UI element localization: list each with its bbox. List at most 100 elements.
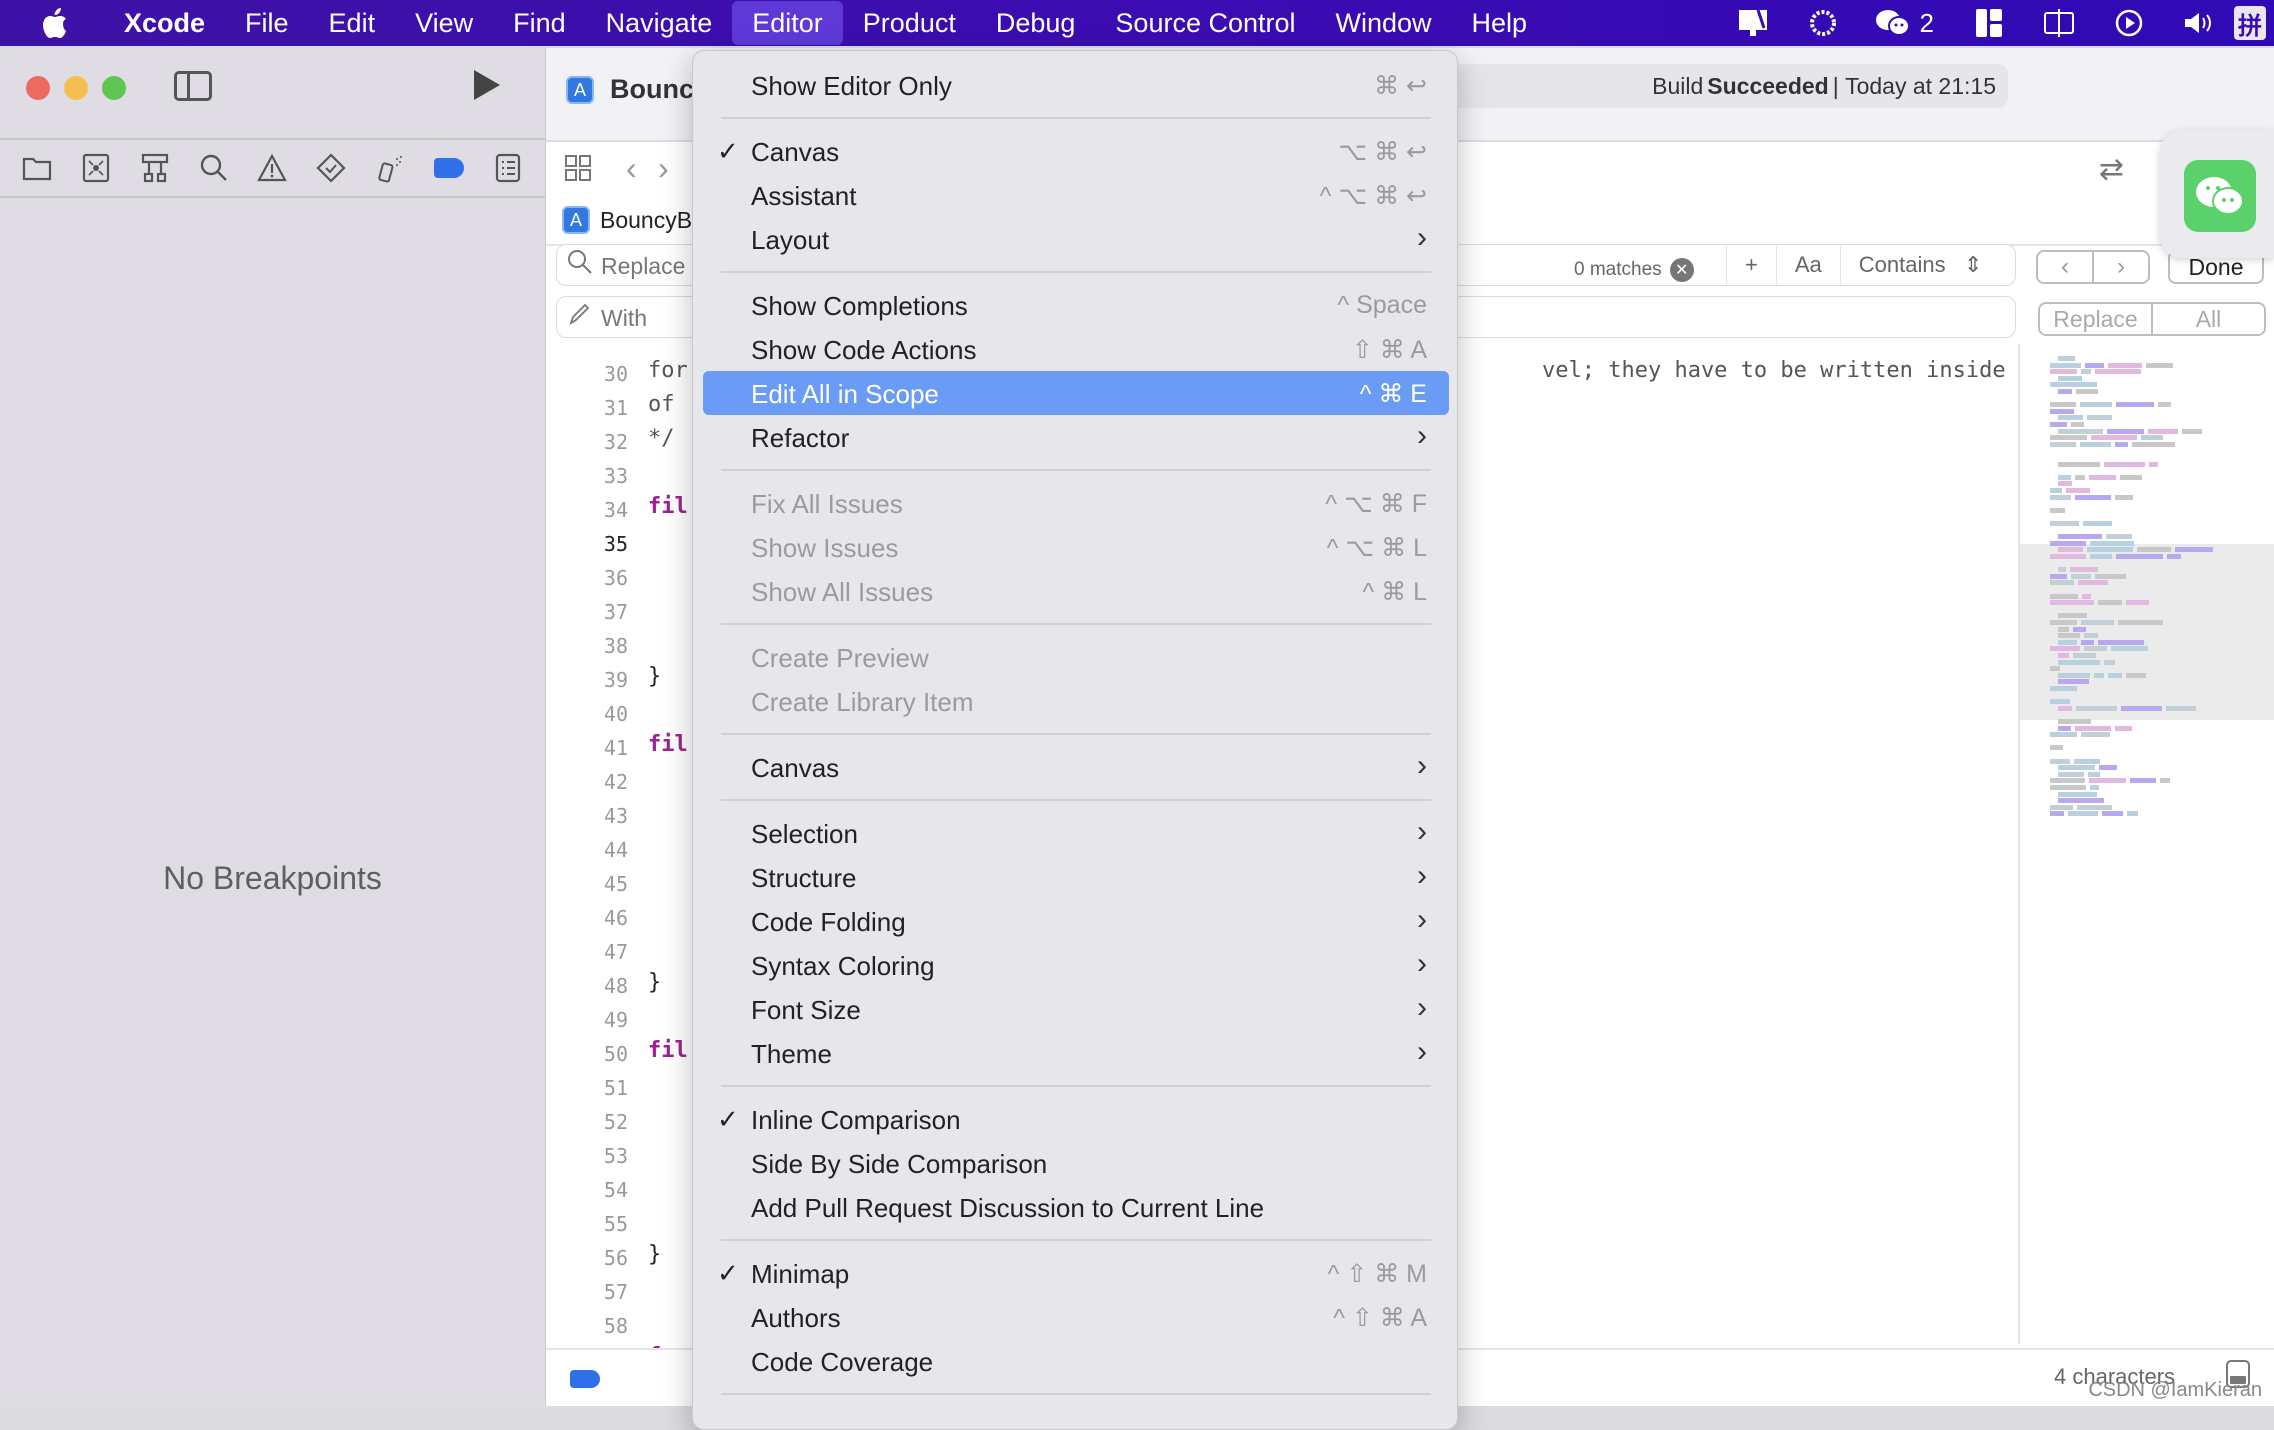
replace-button[interactable]: Replace xyxy=(2040,304,2151,334)
minimap-line xyxy=(2058,389,2072,394)
menu-item-add-pull-request-discussion-to-current-line[interactable]: Add Pull Request Discussion to Current L… xyxy=(703,1185,1449,1229)
minimize-window-button[interactable] xyxy=(64,76,88,100)
code-fragment: } xyxy=(648,664,662,689)
menu-item-create-preview: Create Preview xyxy=(703,635,1449,679)
menu-item-theme[interactable]: Theme › xyxy=(703,1031,1449,1075)
breakpoints-toggle-icon[interactable] xyxy=(570,1370,600,1388)
zoom-window-button[interactable] xyxy=(102,76,126,100)
menu-separator xyxy=(721,469,1431,471)
apple-logo-icon[interactable] xyxy=(40,6,70,40)
minimap-line xyxy=(2087,547,2133,553)
minimap-line xyxy=(2126,672,2146,678)
menu-item-inline-comparison[interactable]: ✓ Inline Comparison xyxy=(703,1097,1449,1141)
folder-icon[interactable] xyxy=(19,150,55,186)
focus-ring-icon[interactable] xyxy=(1805,5,1841,41)
menu-item-show-editor-only[interactable]: Show Editor Only ⌘ ↩ xyxy=(703,63,1449,107)
minimap-line xyxy=(2074,758,2100,764)
menu-item-code-folding[interactable]: Code Folding › xyxy=(703,899,1449,943)
menu-item-label: Create Preview xyxy=(751,643,929,673)
cleanmymac-icon[interactable] xyxy=(1735,5,1771,41)
wechat-icon[interactable] xyxy=(1875,5,1911,41)
menu-item-canvas[interactable]: Canvas › xyxy=(703,745,1449,789)
menu-item-selection[interactable]: Selection › xyxy=(703,811,1449,855)
menu-item-label: Create Library Item xyxy=(751,687,974,717)
menu-item-layout[interactable]: Layout › xyxy=(703,217,1449,261)
menu-item-label: Show All Issues xyxy=(751,577,934,607)
menu-item-refactor[interactable]: Refactor › xyxy=(703,415,1449,459)
breakpoint-icon[interactable] xyxy=(431,150,467,186)
menu-item-assistant[interactable]: Assistant ^ ⌥ ⌘ ↩ xyxy=(703,173,1449,217)
forward-chevron-icon[interactable]: › xyxy=(658,150,669,187)
source-control-icon[interactable] xyxy=(78,150,114,186)
menu-item-authors[interactable]: Authors ^ ⇧ ⌘ A xyxy=(703,1295,1449,1339)
previous-match-button[interactable]: ‹ xyxy=(2038,252,2092,282)
search-icon[interactable] xyxy=(196,150,232,186)
build-status-value: Succeeded xyxy=(1707,72,1829,99)
minimap-line xyxy=(2127,811,2138,817)
menu-app-xcode[interactable]: Xcode xyxy=(104,1,225,45)
minimap-line xyxy=(2058,653,2069,658)
minimap-line xyxy=(2088,771,2100,777)
menu-view[interactable]: View xyxy=(395,1,493,45)
swap-arrows-icon[interactable]: ⇄ xyxy=(2099,152,2124,187)
clear-search-icon[interactable]: ✕ xyxy=(1669,258,1694,282)
line-number: 49 xyxy=(603,1008,628,1032)
wechat-floating-widget[interactable] xyxy=(2160,130,2274,258)
line-number: 54 xyxy=(603,1178,628,1202)
menu-item-show-completions[interactable]: Show Completions ^ Space xyxy=(703,283,1449,327)
menu-item-minimap[interactable]: ✓ Minimap ^ ⇧ ⌘ M xyxy=(703,1251,1449,1295)
menu-help[interactable]: Help xyxy=(1452,1,1548,45)
menu-item-syntax-coloring[interactable]: Syntax Coloring › xyxy=(703,943,1449,987)
build-status-pill[interactable]: Build Succeeded | Today at 21:15 xyxy=(1446,64,2008,108)
menu-source-control[interactable]: Source Control xyxy=(1095,1,1315,45)
menu-navigate[interactable]: Navigate xyxy=(586,1,733,45)
menu-item-shortcut: ^ ⌘ L xyxy=(1362,578,1427,606)
split-screen-icon[interactable] xyxy=(2041,5,2077,41)
play-circle-icon[interactable] xyxy=(2111,5,2147,41)
breadcrumb-item[interactable]: BouncyB xyxy=(600,207,692,234)
input-method-indicator[interactable]: 拼 xyxy=(2234,6,2266,40)
menu-file[interactable]: File xyxy=(225,1,309,45)
line-number: 36 xyxy=(603,566,628,590)
find-options: + Aa Contains ⇕ xyxy=(1726,244,2000,286)
close-window-button[interactable] xyxy=(26,76,50,100)
menu-item-show-code-actions[interactable]: Show Code Actions ⇧ ⌘ A xyxy=(703,327,1449,371)
volume-icon[interactable] xyxy=(2181,5,2217,41)
warning-icon[interactable] xyxy=(254,150,290,186)
menu-item-code-coverage[interactable]: Code Coverage xyxy=(703,1339,1449,1383)
menu-find[interactable]: Find xyxy=(493,1,586,45)
back-chevron-icon[interactable]: ‹ xyxy=(626,150,637,187)
run-icon[interactable] xyxy=(474,70,500,100)
menu-item-canvas[interactable]: ✓ Canvas ⌥ ⌘ ↩ xyxy=(703,129,1449,173)
submenu-chevron-icon: › xyxy=(1417,859,1427,892)
replace-all-button[interactable]: All xyxy=(2151,304,2264,334)
menu-product[interactable]: Product xyxy=(843,1,976,45)
menu-item-edit-all-in-scope[interactable]: Edit All in Scope ^ ⌘ E xyxy=(703,371,1449,415)
menu-window[interactable]: Window xyxy=(1316,1,1452,45)
next-match-button[interactable]: › xyxy=(2092,252,2148,282)
menu-item-label: Theme xyxy=(751,1039,832,1069)
line-number: 42 xyxy=(603,770,628,794)
menu-item-label: Show Code Actions xyxy=(751,335,977,365)
related-items-grid-icon[interactable] xyxy=(564,154,592,189)
layout-icon[interactable] xyxy=(1971,5,2007,41)
menu-editor[interactable]: Editor xyxy=(732,1,843,45)
sidebar-toggle-icon[interactable] xyxy=(174,71,212,101)
debug-spray-icon[interactable] xyxy=(372,150,408,186)
menu-item-side-by-side-comparison[interactable]: Side By Side Comparison xyxy=(703,1141,1449,1185)
report-icon[interactable] xyxy=(490,150,526,186)
hierarchy-icon[interactable] xyxy=(137,150,173,186)
minimap-line xyxy=(2058,765,2095,771)
match-count: 0 matches ✕ xyxy=(1574,258,1694,282)
menu-edit[interactable]: Edit xyxy=(309,1,396,45)
match-case-button[interactable]: Aa xyxy=(1775,244,1840,286)
menu-item-structure[interactable]: Structure › xyxy=(703,855,1449,899)
menu-debug[interactable]: Debug xyxy=(976,1,1096,45)
menu-item-font-size[interactable]: Font Size › xyxy=(703,987,1449,1031)
add-pattern-button[interactable]: + xyxy=(1726,244,1776,286)
menu-item-shortcut: ^ ⇧ ⌘ M xyxy=(1327,1260,1427,1288)
minimap[interactable] xyxy=(2018,344,2274,1344)
match-mode-select[interactable]: Contains ⇕ xyxy=(1839,244,2001,286)
minimap-line xyxy=(2102,811,2123,817)
test-icon[interactable] xyxy=(313,150,349,186)
